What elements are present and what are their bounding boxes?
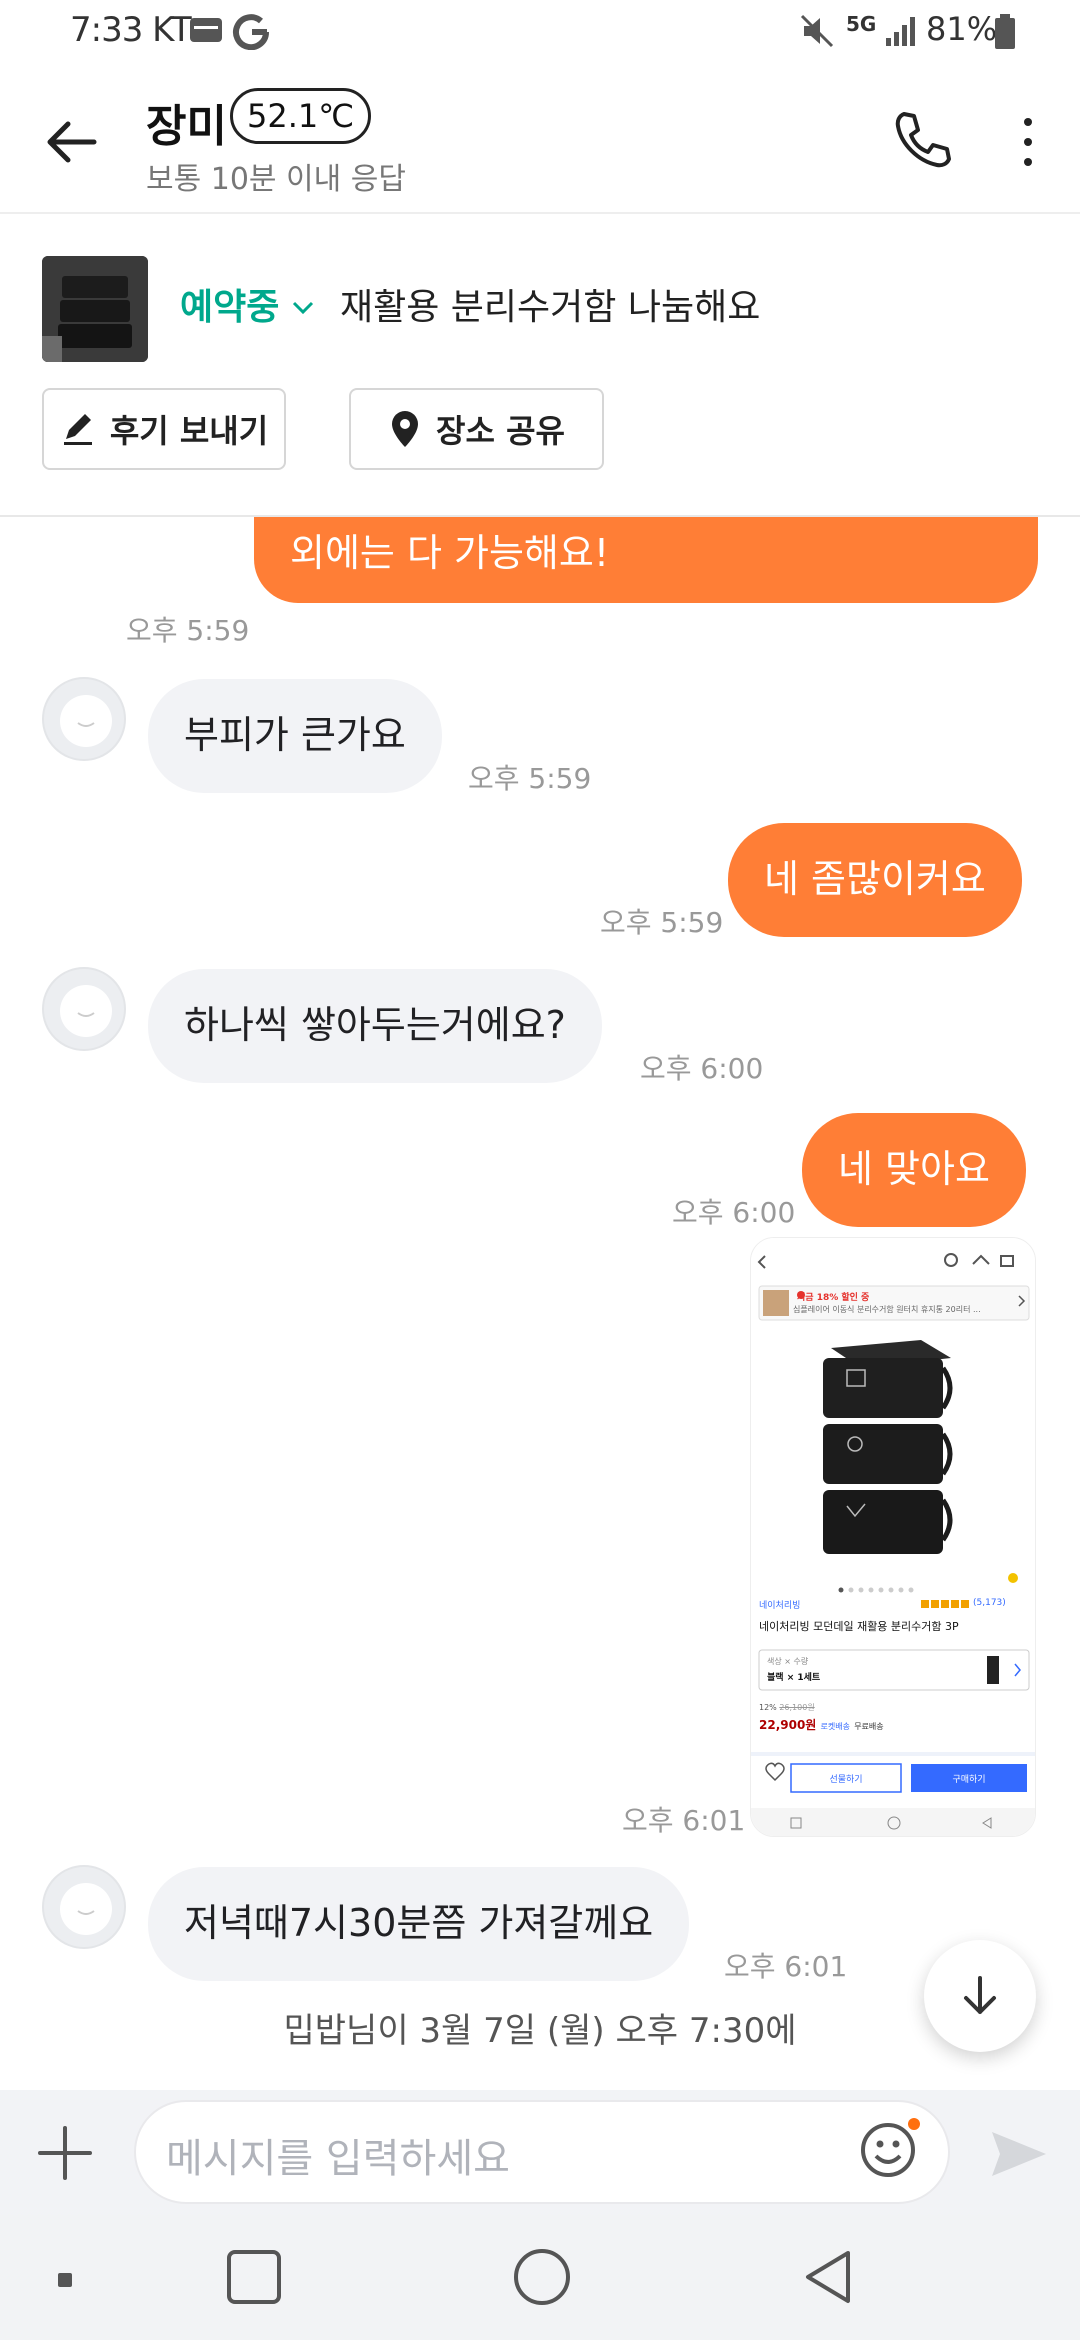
- avatar[interactable]: [42, 1865, 126, 1949]
- message-time: 오후 5:59: [126, 614, 250, 647]
- message-bubble-outgoing[interactable]: 네 맞아요: [802, 1113, 1026, 1227]
- message-time: 오후 5:59: [468, 762, 592, 795]
- reservation-status[interactable]: 예약중: [180, 278, 279, 330]
- product-screenshot-image: [751, 1238, 1035, 1836]
- phone-icon[interactable]: [890, 108, 954, 172]
- back-nav-icon[interactable]: [800, 2247, 856, 2307]
- chat-messages[interactable]: 네~ 지금도 가능하고 오전6시~9시 외에는 다 가능해요! 오후 5:59 …: [0, 517, 1080, 2090]
- chat-header: 장미 52.1℃ 보통 10분 이내 응답: [0, 64, 1080, 214]
- brand-name: 네이처리빙: [759, 1601, 801, 1611]
- option-label: 색상 × 수량: [767, 1657, 809, 1666]
- system-nav-bar: [0, 2215, 1080, 2340]
- response-time: 보통 10분 이내 응답: [146, 162, 406, 197]
- message-bubble-incoming[interactable]: 하나씩 쌓아두는거에요?: [148, 969, 602, 1083]
- network-type: 5G: [846, 12, 877, 36]
- message-time: 오후 6:00: [672, 1196, 796, 1229]
- pencil-icon: [63, 414, 92, 445]
- promo-text: 지금 18% 할인 중: [797, 1293, 870, 1303]
- message-text: 네 좀많이커요: [764, 857, 986, 901]
- message-text: 하나씩 쌓아두는거에요?: [184, 1003, 566, 1047]
- message-text: 외에는 다 가능해요!: [290, 531, 610, 575]
- discount-row: 12% 26,100원: [759, 1703, 815, 1712]
- review-button-label: 후기 보내기: [109, 412, 269, 450]
- message-input[interactable]: 메시지를 입력하세요: [134, 2100, 950, 2204]
- scroll-to-bottom-button[interactable]: [924, 1940, 1036, 2052]
- rating-count: (5,173): [973, 1598, 1006, 1608]
- product-title[interactable]: 재활용 분리수거함 나눔해요: [340, 278, 760, 330]
- message-time: 오후 6:00: [640, 1052, 764, 1085]
- message-bubble-outgoing[interactable]: 네 좀많이커요: [728, 823, 1022, 937]
- message-time: 오후 6:01: [622, 1804, 746, 1837]
- google-icon: [233, 14, 270, 50]
- avatar[interactable]: [42, 967, 126, 1051]
- shared-image-message[interactable]: 지금 18% 할인 중 심플레이어 이동식 분리수거함 원터치 휴지통 20리터…: [750, 1237, 1036, 1837]
- avatar[interactable]: [42, 677, 126, 761]
- promo-subtext: 심플레이어 이동식 분리수거함 원터치 휴지통 20리터 ...: [793, 1305, 981, 1314]
- wallet-icon: [190, 18, 222, 42]
- more-options-icon[interactable]: [1010, 112, 1046, 172]
- message-bubble-incoming[interactable]: 저녁때7시30분쯤 가져갈께요: [148, 1867, 690, 1981]
- manner-temperature[interactable]: 52.1℃: [230, 88, 372, 144]
- gift-button-label: 선물하기: [829, 1775, 863, 1785]
- message-text: 네 맞아요: [838, 1147, 990, 1191]
- location-button-label: 장소 공유: [436, 412, 565, 450]
- signal-icon: [886, 17, 915, 46]
- chevron-down-icon[interactable]: [290, 294, 316, 320]
- home-icon[interactable]: [512, 2247, 572, 2307]
- arrow-down-icon: [964, 1976, 996, 2014]
- battery-percent: 81%: [926, 10, 998, 48]
- location-share-button[interactable]: 장소 공유: [349, 388, 604, 470]
- screenshot-price: 22,900원 로켓배송 무료배송: [759, 1718, 884, 1732]
- screenshot-product-name: 네이처리빙 모던데일 재활용 분리수거함 3P: [759, 1620, 959, 1633]
- message-input-placeholder: 메시지를 입력하세요: [166, 2136, 510, 2182]
- product-thumbnail[interactable]: [42, 256, 148, 362]
- plus-icon[interactable]: [34, 2122, 96, 2184]
- mute-icon: [800, 14, 834, 48]
- product-card: 예약중 재활용 분리수거함 나눔해요 후기 보내기 장소 공유: [0, 214, 1080, 517]
- status-time: 7:33 KT: [70, 10, 192, 50]
- recent-dot-icon[interactable]: [56, 2271, 74, 2289]
- buy-button-label: 구매하기: [952, 1775, 986, 1785]
- message-bubble-incoming[interactable]: 부피가 큰가요: [148, 679, 442, 793]
- user-name[interactable]: 장미: [146, 90, 227, 154]
- message-time: 오후 5:59: [600, 906, 724, 939]
- battery-icon: [995, 14, 1015, 49]
- option-value: 블랙 × 1세트: [767, 1673, 821, 1683]
- message-time: 오후 6:01: [724, 1950, 848, 1983]
- send-icon[interactable]: [986, 2122, 1050, 2186]
- message-text: 저녁때7시30분쯤 가져갈께요: [184, 1901, 654, 1945]
- review-button[interactable]: 후기 보내기: [42, 388, 286, 470]
- back-arrow-icon[interactable]: [42, 112, 102, 172]
- emoji-icon[interactable]: [858, 2116, 922, 2180]
- reservation-notice: 밉밥님이 3월 7일 (월) 오후 7:30에: [283, 2011, 797, 2051]
- message-bubble-outgoing[interactable]: 네~ 지금도 가능하고 오전6시~9시 외에는 다 가능해요!: [254, 517, 1038, 603]
- status-bar: 7:33 KT 5G 81%: [0, 0, 1080, 64]
- message-text: 네~ 지금도 가능하고 오전6시~9시: [290, 517, 1002, 525]
- location-pin-icon: [392, 411, 419, 447]
- recents-icon[interactable]: [226, 2249, 282, 2305]
- message-text: 부피가 큰가요: [184, 713, 406, 757]
